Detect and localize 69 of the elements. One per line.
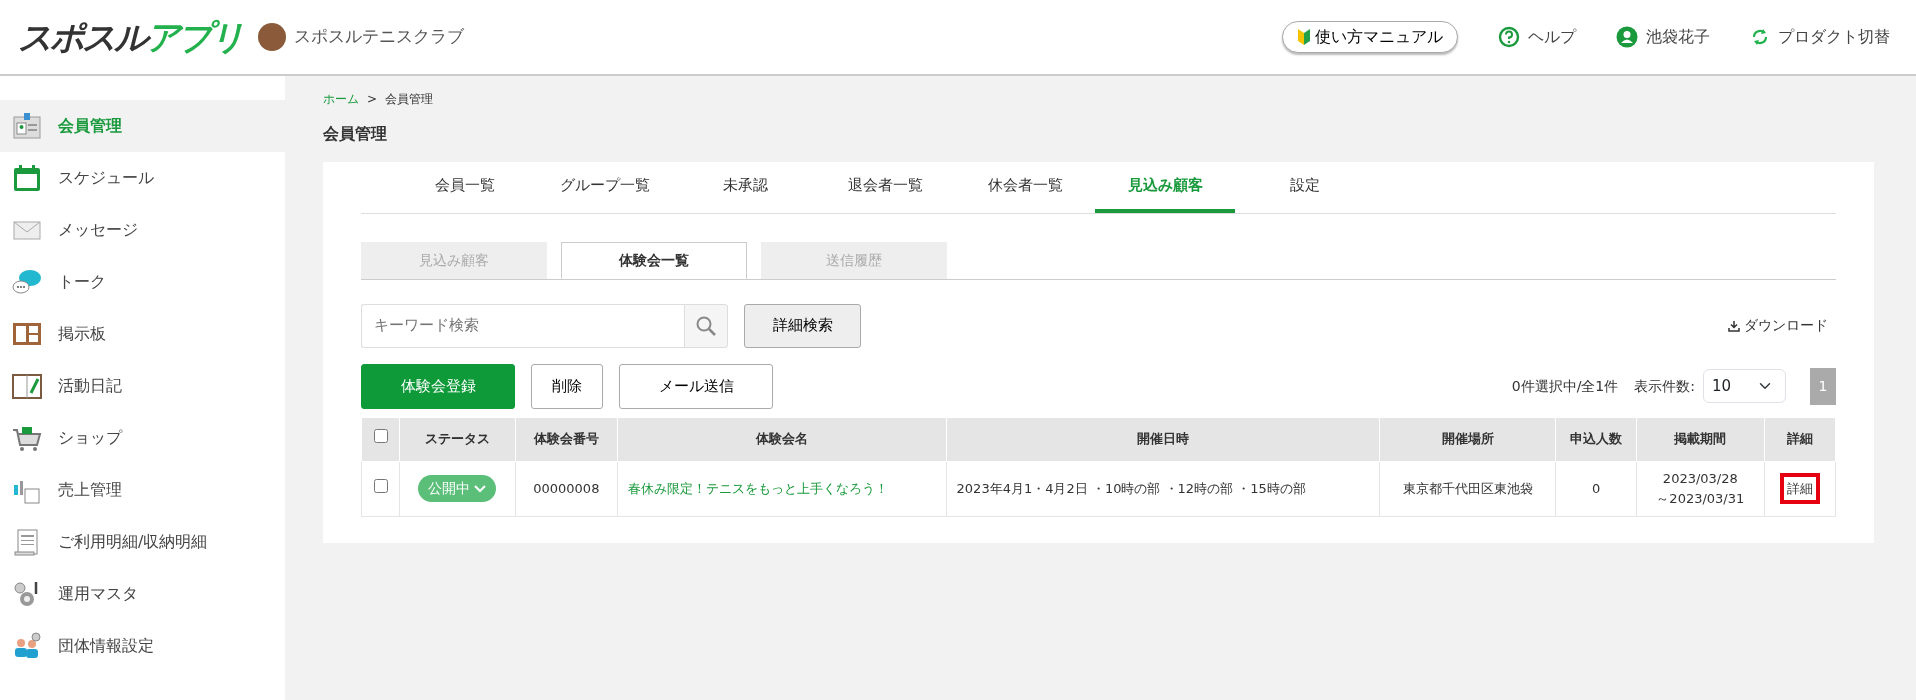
shopping-cart-icon xyxy=(12,424,42,452)
table-cell: 東京都千代田区東池袋 xyxy=(1402,480,1533,496)
refresh-icon xyxy=(1750,27,1770,47)
notebook-icon xyxy=(12,372,42,400)
table-cell: 2023年4月1・4月2日 ・10時の部 ・12時の部 ・15時の部 xyxy=(956,480,1306,496)
tab[interactable]: 見込み顧客 xyxy=(1095,162,1235,213)
search-button[interactable] xyxy=(684,303,728,348)
chat-bubbles-icon xyxy=(12,268,42,296)
beginner-mark-icon xyxy=(1297,28,1311,46)
tab[interactable]: グループ一覧 xyxy=(535,162,675,213)
tab[interactable]: 未承認 xyxy=(675,162,815,213)
breadcrumb-separator: > xyxy=(367,91,378,108)
download-link[interactable]: ダウンロード xyxy=(1728,315,1828,336)
download-icon xyxy=(1728,319,1740,332)
page-size-label: 表示件数: xyxy=(1634,376,1695,396)
advanced-search-button[interactable]: 詳細検索 xyxy=(744,303,861,348)
sidebar-item[interactable]: 団体情報設定 xyxy=(0,620,285,672)
select-all-checkbox[interactable] xyxy=(373,429,388,444)
tab[interactable]: 設定 xyxy=(1235,162,1375,213)
search-icon xyxy=(695,314,717,337)
help-link[interactable]: ヘルプ xyxy=(1498,25,1576,49)
register-button[interactable]: 体験会登録 xyxy=(361,363,515,409)
sidebar-item[interactable]: 掲示板 xyxy=(0,308,285,360)
column-header: 掲載期間 xyxy=(1674,431,1727,447)
table-cell-text: 2023/03/28 xyxy=(1661,470,1739,488)
sidebar-item[interactable]: トーク xyxy=(0,256,285,308)
page-title: 会員管理 xyxy=(323,123,388,145)
column-header: 開催日時 xyxy=(1136,431,1189,447)
sidebar-item[interactable]: メッセージ xyxy=(0,204,285,256)
sidebar-item[interactable]: ご利用明細/収納明細 xyxy=(0,516,285,568)
breadcrumb-current: 会員管理 xyxy=(385,91,434,108)
club-name: スポスルテニスクラブ xyxy=(294,25,464,49)
manual-button[interactable]: 使い方マニュアル xyxy=(1282,21,1458,53)
delete-button[interactable]: 削除 xyxy=(531,363,603,409)
bulletin-board-icon xyxy=(12,320,42,348)
user-icon xyxy=(1616,26,1638,48)
calendar-icon xyxy=(12,164,42,192)
table-cell: 0 xyxy=(1592,480,1601,496)
table-cell-text: ～2023/03/31 xyxy=(1655,489,1746,508)
page-size-select[interactable]: 10 xyxy=(1703,369,1786,403)
detail-link[interactable]: 詳細 xyxy=(1779,472,1820,504)
sidebar-item[interactable]: 活動日記 xyxy=(0,360,285,412)
people-icon xyxy=(12,632,42,660)
send-mail-button[interactable]: メール送信 xyxy=(619,363,773,409)
tab[interactable]: 退会者一覧 xyxy=(815,162,955,213)
id-card-icon xyxy=(12,112,42,140)
product-switch-link[interactable]: プロダクト切替 xyxy=(1750,25,1890,49)
app-logo[interactable]: スポスルアプリ xyxy=(18,20,242,54)
column-header: 詳細 xyxy=(1786,431,1813,447)
row-checkbox[interactable] xyxy=(373,478,388,493)
help-icon xyxy=(1498,26,1520,48)
column-header: 体験会名 xyxy=(755,431,808,447)
caret-icon xyxy=(474,484,487,493)
tab[interactable]: 休会者一覧 xyxy=(955,162,1095,213)
column-header: 申込人数 xyxy=(1570,431,1623,447)
column-header: 体験会番号 xyxy=(533,431,599,447)
club-avatar xyxy=(258,23,286,51)
table-cell: 00000008 xyxy=(533,480,600,496)
selection-summary: 0件選択中/全1件 xyxy=(1511,376,1619,396)
sidebar-item[interactable]: ショップ xyxy=(0,412,285,464)
tab[interactable]: 会員一覧 xyxy=(395,162,535,213)
user-menu[interactable]: 池袋花子 xyxy=(1616,25,1710,49)
sidebar-item[interactable]: スケジュール xyxy=(0,152,285,204)
column-header: ステータス xyxy=(424,431,490,447)
subtab[interactable]: 体験会一覧 xyxy=(561,241,747,279)
sidebar-item[interactable]: 売上管理 xyxy=(0,464,285,516)
column-header: 開催場所 xyxy=(1441,431,1494,447)
sidebar-item[interactable]: 運用マスタ xyxy=(0,568,285,620)
search-field[interactable]: キーワード検索 xyxy=(361,303,684,348)
